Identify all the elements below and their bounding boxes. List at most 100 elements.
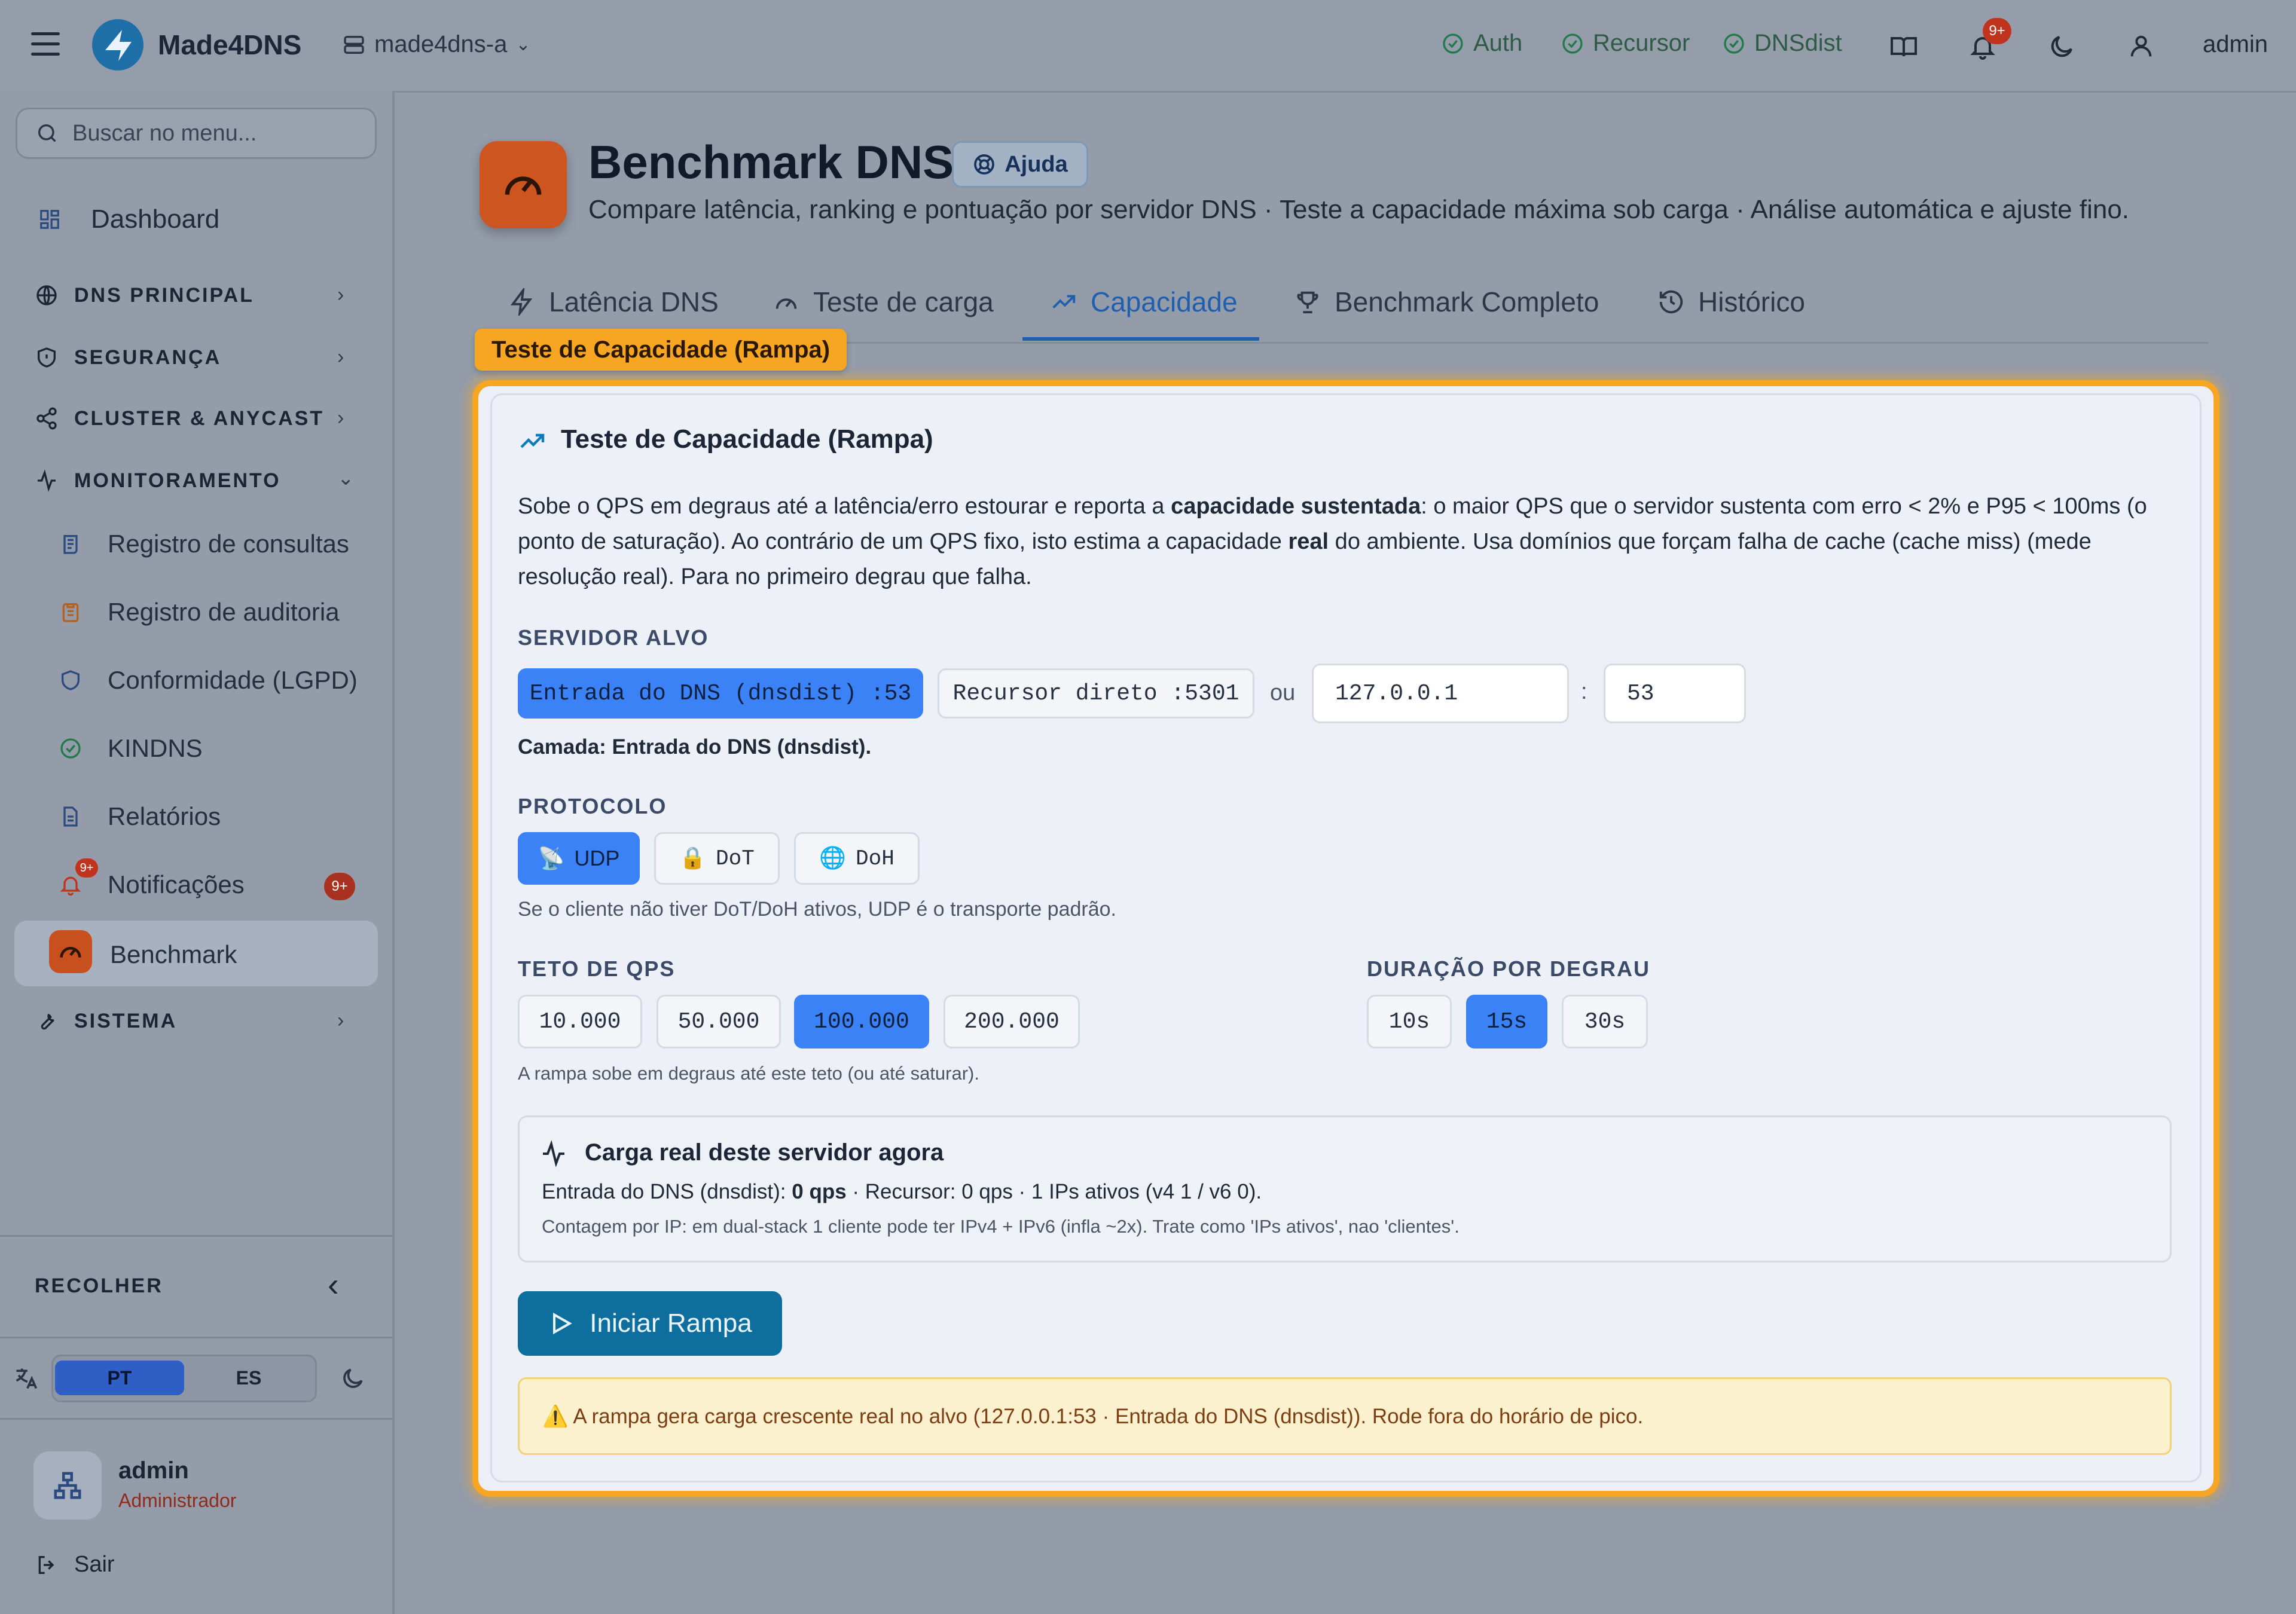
sidebar-divider	[0, 1418, 392, 1420]
target-host-input[interactable]: 127.0.0.1	[1312, 664, 1569, 723]
qps-note: A rampa sobe em degraus até este teto (o…	[518, 1063, 979, 1084]
chevron-right-icon: ›	[337, 346, 344, 368]
sidebar-item-reports[interactable]: Relatórios	[59, 802, 221, 831]
collapse-label: RECOLHER	[35, 1274, 163, 1297]
moon-icon[interactable]	[2047, 32, 2076, 61]
load-text: · Recursor: 0 qps · 1 IPs ativos (v4 1 /…	[846, 1180, 1262, 1203]
scroll-icon	[63, 535, 78, 554]
user-icon[interactable]	[2127, 32, 2155, 60]
trending-up-icon	[520, 433, 545, 448]
tab-label: Teste de carga	[813, 286, 994, 317]
satellite-icon: 📡	[538, 846, 565, 870]
lock-icon: 🔒	[679, 847, 706, 872]
tab-history[interactable]: Histórico	[1657, 286, 1805, 318]
brand-logo-icon	[92, 19, 144, 71]
qps-option-button[interactable]: 10.000	[518, 995, 642, 1049]
lang-es-button[interactable]: ES	[184, 1361, 313, 1395]
step-duration-label: DURAÇÃO POR DEGRAU	[1367, 956, 1651, 981]
help-button[interactable]: Ajuda	[952, 141, 1088, 188]
current-load-note: Contagem por IP: em dual-stack 1 cliente…	[542, 1216, 1460, 1237]
tab-latency[interactable]: Latência DNS	[508, 286, 719, 318]
sidebar-section-dns[interactable]: DNS PRINCIPAL	[35, 283, 254, 307]
target-port-input[interactable]: 53	[1604, 664, 1746, 723]
protocol-doh-button[interactable]: 🌐 DoH	[794, 832, 920, 885]
history-icon	[1659, 290, 1683, 314]
sidebar-item-benchmark[interactable]: Benchmark	[49, 930, 237, 973]
protocol-note: Se o cliente não tiver DoT/DoH ativos, U…	[518, 898, 1116, 921]
protocol-dot-button[interactable]: 🔒 DoT	[654, 832, 780, 885]
moon-icon[interactable]	[340, 1365, 366, 1392]
chevron-right-icon: ›	[337, 1009, 344, 1032]
user-name: admin	[118, 1457, 189, 1484]
active-tab-underline	[1022, 337, 1259, 341]
server-icon	[344, 35, 364, 54]
qps-option-button-selected[interactable]: 100.000	[794, 995, 929, 1049]
sidebar-section-cluster[interactable]: CLUSTER & ANYCAST	[35, 406, 324, 430]
globe-icon: 🌐	[819, 847, 846, 872]
layer-label: Camada: Entrada do DNS (dnsdist).	[518, 735, 872, 759]
sidebar-item-label: Dashboard	[91, 204, 220, 234]
target-dnsdist-button[interactable]: Entrada do DNS (dnsdist) :53	[518, 668, 923, 719]
user-avatar	[33, 1451, 102, 1520]
duration-option-button[interactable]: 30s	[1562, 995, 1648, 1049]
qps-option-button[interactable]: 200.000	[944, 995, 1080, 1049]
menu-search[interactable]: Buscar no menu...	[16, 108, 377, 159]
tab-capacity[interactable]: Capacidade	[1050, 286, 1238, 318]
sidebar-item-label: Registro de auditoria	[108, 598, 340, 626]
sidebar-item-label: Benchmark	[110, 940, 237, 968]
sidebar-item-compliance[interactable]: Conformidade (LGPD)	[59, 666, 358, 695]
check-circle-icon	[1562, 33, 1583, 54]
duration-option-button-selected[interactable]: 15s	[1466, 995, 1547, 1049]
lang-pt-button[interactable]: PT	[55, 1361, 184, 1395]
notification-count-badge: 9+	[324, 873, 355, 900]
protocol-udp-button[interactable]: 📡 UDP	[518, 832, 640, 885]
qps-option-button[interactable]: 50.000	[657, 995, 781, 1049]
tab-full-benchmark[interactable]: Benchmark Completo	[1294, 286, 1599, 318]
brand-name[interactable]: Made4DNS	[158, 29, 301, 61]
instance-selector[interactable]: made4dns-a ⌄	[342, 31, 531, 58]
desc-bold: capacidade sustentada	[1171, 494, 1421, 519]
sidebar-item-query-log[interactable]: Registro de consultas	[59, 530, 349, 558]
notification-bell-badge: 9+	[75, 858, 98, 878]
help-label: Ajuda	[1004, 151, 1068, 177]
sidebar-item-label: Notificações	[108, 870, 245, 898]
sidebar-item-kindns[interactable]: KINDNS	[59, 734, 203, 763]
menu-icon[interactable]	[31, 32, 60, 56]
target-recursor-button[interactable]: Recursor direto :5301	[938, 668, 1254, 719]
duration-option-button[interactable]: 10s	[1367, 995, 1452, 1049]
sidebar-section-monitoring[interactable]: MONITORAMENTO	[35, 469, 281, 493]
start-ramp-button[interactable]: Iniciar Rampa	[518, 1291, 782, 1356]
grid-icon	[40, 210, 59, 229]
section-label: CLUSTER & ANYCAST	[74, 406, 325, 430]
chevron-right-icon: ›	[337, 406, 344, 429]
menu-search-placeholder: Buscar no menu...	[72, 120, 257, 146]
section-label: MONITORAMENTO	[74, 469, 281, 492]
status-auth[interactable]: Auth	[1441, 30, 1522, 57]
card-title: Teste de Capacidade (Rampa)	[561, 424, 933, 454]
chevron-right-icon: ›	[337, 283, 344, 306]
docs-book-icon[interactable]	[1889, 32, 1918, 61]
section-label: SISTEMA	[74, 1009, 178, 1032]
collapse-chevron-icon[interactable]: ‹	[328, 1265, 339, 1304]
page-title: Benchmark DNS	[588, 136, 954, 188]
file-text-icon	[63, 806, 78, 827]
status-recursor[interactable]: Recursor	[1561, 30, 1690, 57]
sidebar-section-security[interactable]: SEGURANÇA	[35, 346, 221, 369]
search-icon	[38, 124, 56, 142]
protocol-option-label: DoT	[716, 846, 755, 871]
start-ramp-label: Iniciar Rampa	[590, 1309, 752, 1338]
logout-button[interactable]: Sair	[35, 1552, 115, 1578]
sidebar-item-label: Conformidade (LGPD)	[108, 666, 358, 694]
topbar-username[interactable]: admin	[2203, 31, 2268, 58]
logout-label: Sair	[74, 1552, 115, 1577]
tab-load-test[interactable]: Teste de carga	[773, 286, 994, 318]
user-role: Administrador	[118, 1490, 237, 1511]
sidebar-item-audit-log[interactable]: Registro de auditoria	[59, 598, 340, 626]
status-dnsdist[interactable]: DNSdist	[1722, 30, 1842, 57]
gauge-icon	[49, 930, 92, 973]
activity-icon	[543, 1140, 564, 1167]
check-circle-icon	[1443, 33, 1463, 54]
sidebar-item-dashboard[interactable]: Dashboard	[38, 204, 219, 234]
sidebar-section-system[interactable]: SISTEMA	[35, 1009, 177, 1033]
share-icon	[36, 407, 57, 430]
